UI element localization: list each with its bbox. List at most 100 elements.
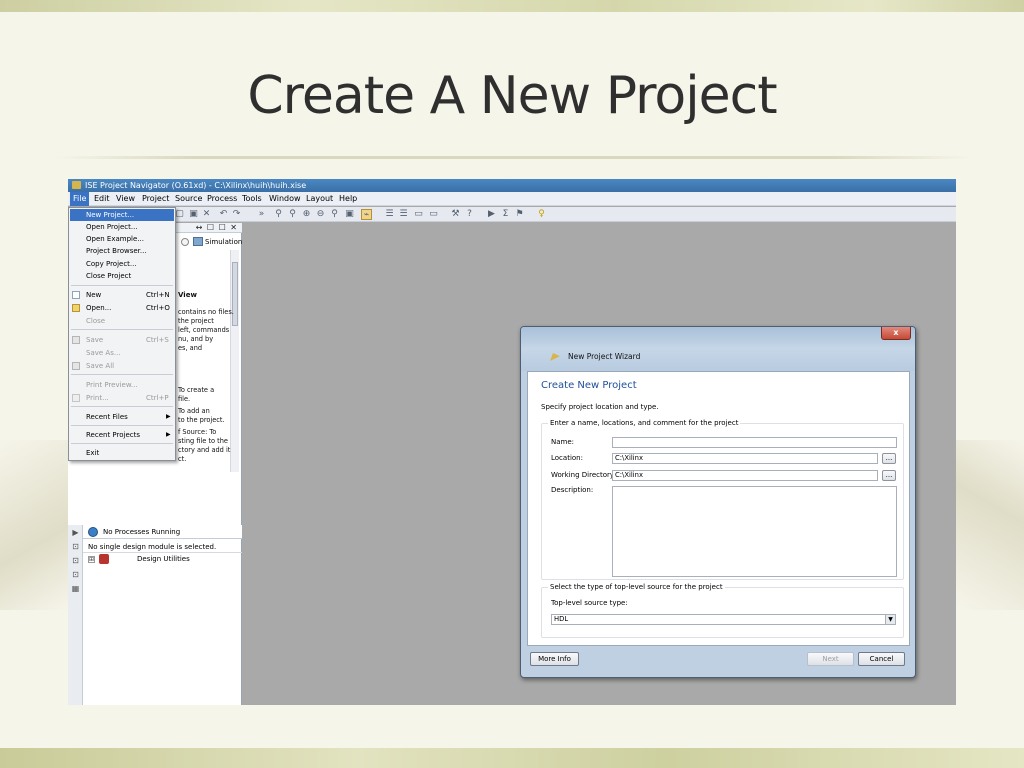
redo-icon[interactable]: ↷ — [231, 209, 242, 220]
menu-item-open-example[interactable]: Open Example... — [70, 233, 174, 245]
menu-item-close[interactable]: Close — [70, 315, 174, 327]
cancel-button[interactable]: Cancel — [858, 652, 905, 666]
close-icon[interactable]: x — [881, 327, 911, 340]
working-directory-field[interactable]: C:\Xilinx — [612, 470, 878, 481]
pane-window-controls[interactable]: ↔ ☐ ☐ ✕ — [196, 223, 238, 233]
menu-item-new[interactable]: New Ctrl+N — [70, 289, 174, 301]
design-hint-line: the project — [178, 317, 214, 325]
run-process-icon[interactable]: ▶ — [70, 527, 81, 538]
menu-item-label: Save All — [86, 362, 115, 370]
title-divider — [55, 156, 973, 159]
tree-item-design-utilities[interactable]: ⊞ Design Utilities — [83, 553, 242, 567]
wizard-subtitle: Specify project location and type. — [541, 403, 659, 411]
menu-item-label: New — [86, 291, 102, 299]
find-next-icon[interactable]: ⚲ — [287, 209, 298, 220]
menu-layout[interactable]: Layout — [306, 192, 333, 206]
menu-item-close-project[interactable]: Close Project — [70, 270, 174, 282]
next-button[interactable]: Next — [807, 652, 854, 666]
menu-item-project-browser[interactable]: Project Browser... — [70, 245, 174, 257]
top-level-source-select[interactable]: HDL ▼ — [551, 614, 896, 625]
menu-item-shortcut: Ctrl+S — [146, 336, 169, 344]
copy-icon[interactable]: ▣ — [188, 209, 199, 220]
help-icon[interactable]: ? — [464, 209, 475, 220]
view-icon[interactable]: ▣ — [344, 209, 355, 220]
description-field[interactable] — [612, 486, 897, 577]
top-level-source-label: Top-level source type: — [551, 599, 628, 607]
properties-icon[interactable]: ▦ — [70, 583, 81, 594]
delete-icon[interactable]: ✕ — [201, 209, 212, 220]
menu-item-print[interactable]: Print... Ctrl+P — [70, 392, 174, 404]
working-directory-browse-button[interactable]: ... — [882, 470, 896, 481]
wrench-icon[interactable]: ⚒ — [450, 209, 461, 220]
menu-item-save[interactable]: Save Ctrl+S — [70, 334, 174, 346]
layout-icon[interactable]: ☰ — [384, 209, 395, 220]
name-field[interactable] — [612, 437, 897, 448]
location-label: Location: — [551, 454, 583, 462]
menu-separator — [71, 285, 173, 286]
runner-icon[interactable]: ⚑ — [514, 209, 525, 220]
sigma-icon[interactable]: Σ — [500, 209, 511, 220]
menu-item-label: Open Example... — [86, 235, 144, 243]
menu-item-open[interactable]: Open... Ctrl+O — [70, 302, 174, 314]
rerun-icon[interactable]: ⊡ — [70, 541, 81, 552]
menu-item-save-all[interactable]: Save All — [70, 360, 174, 372]
menu-view[interactable]: View — [116, 192, 135, 206]
pin-icon[interactable]: ⚲ — [329, 209, 340, 220]
slide-title: Create A New Project — [247, 66, 777, 126]
menu-item-new-project[interactable]: New Project... — [70, 209, 174, 221]
menu-item-label: Project Browser... — [86, 247, 147, 255]
menu-window[interactable]: Window — [269, 192, 301, 206]
menu-item-save-as[interactable]: Save As... — [70, 347, 174, 359]
design-pane-scrollbar[interactable] — [230, 250, 239, 472]
menu-item-label: Exit — [86, 449, 100, 457]
menu-item-recent-projects[interactable]: Recent Projects ▶ — [70, 429, 174, 441]
more-info-button[interactable]: More Info — [530, 652, 579, 666]
zoom-icon[interactable]: ⊕ — [301, 209, 312, 220]
undo-icon[interactable]: ↶ — [218, 209, 229, 220]
layout4-icon[interactable]: ▭ — [428, 209, 439, 220]
zoom-out-icon[interactable]: ⊖ — [315, 209, 326, 220]
simulation-icon — [193, 237, 203, 246]
menu-item-recent-files[interactable]: Recent Files ▶ — [70, 411, 174, 423]
find-icon[interactable]: ⚲ — [273, 209, 284, 220]
simulation-radio[interactable] — [181, 238, 189, 246]
menu-item-label: Recent Projects — [86, 431, 141, 439]
lightbulb-icon[interactable]: ♀ — [536, 209, 547, 220]
stop-icon[interactable]: ⊡ — [70, 569, 81, 580]
slide-decoration-left — [0, 440, 70, 610]
menu-tools[interactable]: Tools — [242, 192, 262, 206]
save-icon — [72, 336, 80, 344]
chevron-down-icon[interactable]: ▼ — [885, 615, 895, 624]
name-label: Name: — [551, 438, 575, 446]
menu-process[interactable]: Process — [207, 192, 237, 206]
wizard-header: x New Project Wizard — [521, 327, 915, 371]
menu-item-print-preview[interactable]: Print Preview... — [70, 379, 174, 391]
run-icon[interactable]: ▶ — [486, 209, 497, 220]
menu-item-label: Open... — [86, 304, 112, 312]
menu-project[interactable]: Project — [142, 192, 169, 206]
wizard-body: Create New Project Specify project locat… — [527, 371, 910, 646]
menu-item-copy-project[interactable]: Copy Project... — [70, 258, 174, 270]
location-field[interactable]: C:\Xilinx — [612, 453, 878, 464]
open-folder-icon — [72, 304, 80, 312]
design-summary-icon[interactable]: ⌁ — [361, 209, 372, 220]
new-project-wizard-dialog: x New Project Wizard Create New Project … — [520, 326, 916, 678]
design-hint-line: contains no files. — [178, 308, 234, 316]
toolbar-overflow-icon[interactable]: » — [256, 209, 267, 220]
menu-file[interactable]: File — [70, 192, 90, 206]
location-browse-button[interactable]: ... — [882, 453, 896, 464]
rerun-all-icon[interactable]: ⊡ — [70, 555, 81, 566]
layout2-icon[interactable]: ☰ — [398, 209, 409, 220]
design-hint-line: ct. — [178, 455, 187, 463]
layout3-icon[interactable]: ▭ — [413, 209, 424, 220]
design-hint-heading: View — [178, 291, 197, 299]
menu-item-open-project[interactable]: Open Project... — [70, 221, 174, 233]
menu-help[interactable]: Help — [339, 192, 357, 206]
menu-edit[interactable]: Edit — [94, 192, 110, 206]
expand-icon[interactable]: ⊞ — [88, 556, 95, 563]
menu-source[interactable]: Source — [175, 192, 202, 206]
menu-separator — [71, 443, 173, 444]
design-hint-line: sting file to the — [178, 437, 228, 445]
selected-value: HDL — [554, 615, 569, 623]
menu-item-exit[interactable]: Exit — [70, 447, 174, 459]
